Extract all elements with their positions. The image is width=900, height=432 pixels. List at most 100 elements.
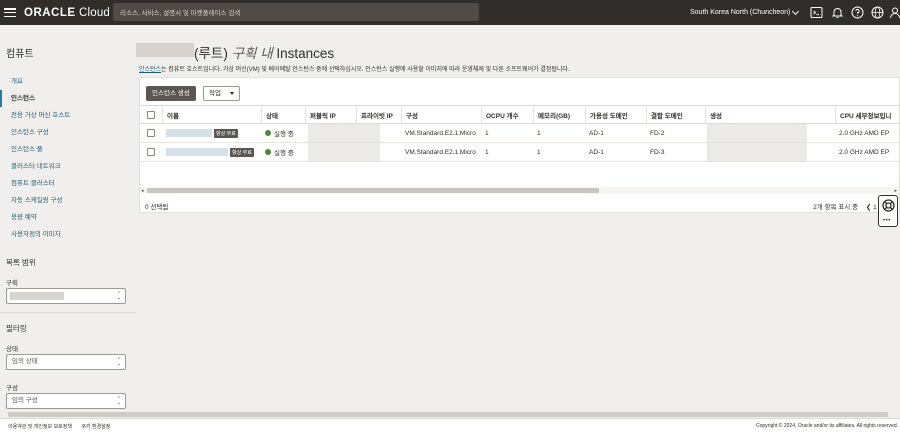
created-redacted [707,124,807,142]
table-row[interactable]: 항상 무료 실행 중 VM.Standard.E2.1.Micro 1 1 AD… [140,124,899,143]
cpu-cell: 2.0 GHz AMD EP [839,148,890,156]
sidebar-title: 컴퓨트 [6,49,34,60]
state-filter-label: 상태 [6,346,18,353]
sidebar-item-custom-images[interactable]: 사용자정의 이미지 [0,226,136,243]
support-help-widget[interactable]: ••• [878,195,898,227]
sidebar-item-overview[interactable]: 개요 [0,73,136,90]
memory-cell: 1 [537,148,541,156]
running-status-icon [265,130,271,136]
terms-privacy-link[interactable]: 이용약관 및 개인정보 보호정책 [8,424,72,430]
state-cell: 실행 중 [261,143,305,161]
announcements-icon[interactable] [831,6,844,19]
instances-table: 이름 상태 퍼블릭 IP 프라이빗 IP 구성 OCPU 개수 메모리(GB) … [140,105,899,162]
sidebar-item-cluster-networks[interactable]: 클러스터 네트워크 [0,158,136,175]
ip-redacted [308,124,380,142]
shape-cell: VM.Standard.E2.1.Micro [405,129,476,137]
col-public-ip[interactable]: 퍼블릭 IP [305,106,356,123]
ad-cell: AD-1 [589,148,604,156]
col-name[interactable]: 이름 [162,106,261,123]
col-fault-domain[interactable]: 결함 도메인 [646,106,705,123]
col-created[interactable]: 생성 [705,106,835,123]
state-filter-value: 임의 상태 [12,358,38,365]
footer: 이용약관 및 개인정보 보호정책 쿠키 환경설정 Copyright © 202… [0,418,900,432]
grip-dots-icon: ••• [883,218,891,224]
profile-icon[interactable] [890,6,900,19]
col-shape[interactable]: 구성 [401,106,481,123]
table-header: 이름 상태 퍼블릭 IP 프라이빗 IP 구성 OCPU 개수 메모리(GB) … [140,105,899,124]
items-shown-text: 2개 항목 표시 중 [813,204,858,211]
select-all-checkbox[interactable] [147,110,155,119]
sidebar-item-instances[interactable]: 인스턴스 [0,90,136,107]
region-selector[interactable]: South Korea North (Chuncheon) [690,0,800,25]
instance-name-redacted[interactable] [166,148,228,156]
table-row[interactable]: 항상 무료 실행 중 VM.Standard.E2.1.Micro 1 1 AD… [140,143,899,162]
updown-chevron-icon: ⌃ ⌄ [116,291,121,301]
shape-filter-label: 구성 [6,385,18,392]
page-title: (루트) 구획 내 Instances [194,46,335,61]
list-scope-heading: 목록 범위 [6,258,36,267]
compartment-select[interactable]: ⌃ ⌄ [6,288,126,304]
state-filter-select[interactable]: 임의 상태 ⌃ ⌄ [6,354,126,370]
shape-filter-value: 임의 구성 [12,397,38,404]
language-globe-icon[interactable] [871,6,884,19]
menu-icon[interactable] [4,8,16,17]
row-checkbox[interactable] [147,129,155,137]
cloud-shell-icon[interactable] [810,6,823,19]
help-icon[interactable] [851,6,864,19]
shape-filter-select[interactable]: 임의 구성 ⌃ ⌄ [6,393,126,409]
sidebar-item-autoscaling[interactable]: 자동 스케일링 구성 [0,192,136,209]
always-free-badge: 항상 무료 [230,147,254,157]
lifebuoy-icon [882,199,895,212]
sidebar-item-instance-pools[interactable]: 인스턴스 풀 [0,141,136,158]
row-checkbox[interactable] [147,148,155,156]
select-all-cell [140,106,162,123]
shape-cell: VM.Standard.E2.1.Micro [405,148,476,156]
table-horizontal-scrollbar[interactable]: ◂ ▸ [140,187,899,194]
col-state[interactable]: 상태 [261,106,305,123]
cpu-cell: 2.0 GHz AMD EP [839,129,890,137]
always-free-badge: 항상 무료 [214,128,238,138]
created-redacted [707,143,807,161]
instances-panel: 인스턴스 생성 작업 이름 상태 퍼블릭 IP 프라이빗 IP 구성 OCPU … [139,77,900,213]
prev-page-icon[interactable]: ❮ [866,204,871,211]
create-instance-button[interactable]: 인스턴스 생성 [146,86,196,101]
compartment-label: 구획 [6,280,18,287]
scrollbar-thumb[interactable] [147,188,599,193]
divider [0,312,136,313]
scroll-left-arrow-icon[interactable]: ◂ [141,188,144,194]
region-label: South Korea North (Chuncheon) [690,9,791,16]
col-availability-domain[interactable]: 가용성 도메인 [585,106,646,123]
col-memory[interactable]: 메모리(GB) [533,106,585,123]
instances-doc-link[interactable]: 인스턴스 [139,67,161,73]
sidebar-item-dedicated-hosts[interactable]: 전용 가상 머신 호스트 [0,107,136,124]
sidebar-item-capacity-reservations[interactable]: 용량 예약 [0,209,136,226]
created-cell-redacted [707,124,809,142]
instance-name-cell[interactable]: 항상 무료 [162,124,261,142]
fd-cell: FD-2 [650,129,665,137]
col-private-ip[interactable]: 프라이빗 IP [356,106,401,123]
instance-name-cell[interactable]: 항상 무료 [162,143,261,161]
col-ocpu[interactable]: OCPU 개수 [481,106,533,123]
copyright: Copyright © 2024, Oracle and/or its affi… [756,423,898,429]
col-cpu-details[interactable]: CPU 세부정보입니 [835,106,899,123]
caret-down-icon [230,92,234,95]
ocpu-cell: 1 [485,148,489,156]
search-input[interactable]: 리소스, 서비스, 설명서 및 마켓플레이스 검색 [113,3,479,21]
row-select-cell [140,124,162,142]
ocpu-cell: 1 [485,129,489,137]
ip-cell-redacted [308,124,388,142]
page-horizontal-scrollbar[interactable] [0,411,900,418]
sidebar: 컴퓨트 개요 인스턴스 전용 가상 머신 호스트 인스턴스 구성 인스턴스 풀 … [0,25,136,418]
compartment-value-redacted [10,292,64,300]
scrollbar-thumb[interactable] [8,412,888,417]
sidebar-item-instance-configurations[interactable]: 인스턴스 구성 [0,124,136,141]
main-content: (루트) 구획 내 Instances 인스턴스는 컴퓨트 호스트입니다. 가상… [136,25,900,418]
scroll-right-arrow-icon[interactable]: ▸ [894,188,897,194]
sidebar-nav: 개요 인스턴스 전용 가상 머신 호스트 인스턴스 구성 인스턴스 풀 클러스터… [0,73,136,243]
actions-menu-button[interactable]: 작업 [203,86,240,101]
cookie-preferences-link[interactable]: 쿠키 환경설정 [81,424,110,430]
page-description: 인스턴스는 컴퓨트 호스트입니다. 가상 머신(VM) 및 베어메탈 인스턴스 … [139,67,570,73]
oracle-cloud-logo[interactable]: ORACLE Cloud [24,7,110,19]
sidebar-item-compute-clusters[interactable]: 컴퓨트 클러스터 [0,175,136,192]
instance-name-redacted[interactable] [166,129,212,137]
